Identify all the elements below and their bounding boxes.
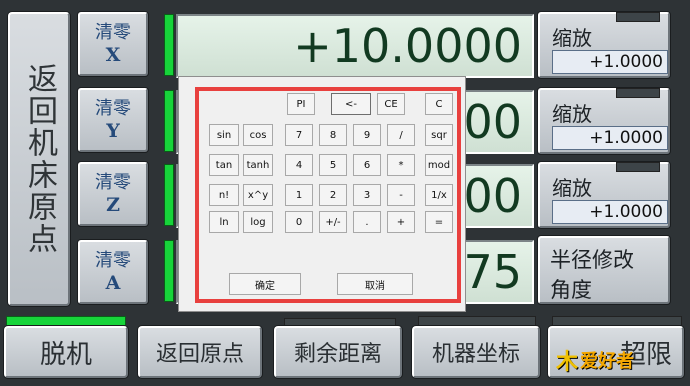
calc-tan-button[interactable]: tan: [209, 154, 239, 176]
zoom-value-field[interactable]: +1.0000: [552, 200, 668, 224]
zoom-label: 缩放: [552, 26, 592, 50]
offline-led: [6, 316, 126, 326]
calc-ln-button[interactable]: ln: [209, 211, 239, 233]
offline-button[interactable]: 脱机: [4, 326, 128, 378]
remaining-distance-label: 剩余距离: [293, 342, 382, 367]
calc-9-button[interactable]: 9: [353, 124, 381, 146]
calc-negate-button[interactable]: +/-: [319, 211, 347, 233]
calc-backspace-button[interactable]: <-: [331, 93, 371, 115]
zoom-tab: [616, 162, 660, 172]
calc-add-button[interactable]: +: [387, 211, 415, 233]
zero-x-button[interactable]: 清零 X: [78, 12, 148, 76]
calc-sin-button[interactable]: sin: [209, 124, 239, 146]
calc-pi-button[interactable]: PI: [287, 93, 315, 115]
calc-log-button[interactable]: log: [243, 211, 273, 233]
calc-power-button[interactable]: x^y: [243, 184, 273, 206]
calc-4-button[interactable]: 4: [285, 154, 313, 176]
return-origin-label: 返回原点: [155, 342, 244, 367]
zero-z-axis: Z: [106, 194, 120, 216]
calc-3-button[interactable]: 3: [353, 184, 381, 206]
machine-coords-indicator: [418, 316, 536, 326]
calc-equals-button[interactable]: =: [425, 211, 453, 233]
machine-coords-label: 机器坐标: [431, 342, 520, 367]
return-origin-button[interactable]: 返回原点: [138, 326, 262, 378]
calc-divide-button[interactable]: /: [387, 124, 415, 146]
calc-5-button[interactable]: 5: [319, 154, 347, 176]
zero-x-label: 清零: [95, 22, 131, 43]
angle-label: 角度: [550, 278, 592, 302]
radius-angle-panel[interactable]: 半径修改 角度: [538, 236, 670, 304]
calc-multiply-button[interactable]: *: [387, 154, 415, 176]
calc-reciprocal-button[interactable]: 1/x: [425, 184, 453, 206]
radius-label: 半径修改: [550, 248, 634, 272]
zero-a-axis: A: [105, 272, 121, 294]
site-logo: 木 爱好者: [556, 346, 635, 375]
calc-decimal-button[interactable]: .: [353, 211, 381, 233]
logo-mark: 木: [556, 350, 579, 375]
calc-2-button[interactable]: 2: [319, 184, 347, 206]
calc-0-button[interactable]: 0: [285, 211, 313, 233]
overtravel-indicator: [552, 316, 682, 326]
z-axis-led: [164, 164, 174, 226]
zoom-value-field[interactable]: +1.0000: [552, 126, 668, 150]
zero-z-label: 清零: [95, 172, 131, 193]
calc-tanh-button[interactable]: tanh: [243, 154, 273, 176]
a-axis-led: [164, 240, 174, 302]
x-axis-led: [164, 14, 174, 76]
calc-ok-button[interactable]: 确定: [229, 273, 301, 295]
z-coord-value: 00: [463, 169, 522, 223]
calc-subtract-button[interactable]: -: [387, 184, 415, 206]
zero-a-button[interactable]: 清零 A: [78, 240, 148, 304]
zero-z-button[interactable]: 清零 Z: [78, 162, 148, 226]
calc-factorial-button[interactable]: n!: [209, 184, 239, 206]
zero-y-axis: Y: [106, 120, 120, 142]
calc-6-button[interactable]: 6: [353, 154, 381, 176]
calc-1-button[interactable]: 1: [285, 184, 313, 206]
offline-label: 脱机: [39, 339, 92, 370]
zoom-panel-y: 缩放 +1.0000: [538, 88, 670, 154]
a-coord-value: 75: [463, 245, 522, 299]
zoom-value-field[interactable]: +1.0000: [552, 50, 668, 74]
zero-y-label: 清零: [95, 98, 131, 119]
x-coord-value: +10.0000: [293, 19, 522, 73]
zero-x-axis: X: [105, 44, 121, 66]
x-coord-display: +10.0000: [176, 14, 534, 78]
return-machine-origin-button[interactable]: 返回机床原点: [8, 12, 70, 306]
calc-cos-button[interactable]: cos: [243, 124, 273, 146]
zoom-tab: [616, 12, 660, 22]
zoom-panel-x: 缩放 +1.0000: [538, 12, 670, 78]
machine-coords-button[interactable]: 机器坐标: [412, 326, 540, 378]
calculator-dialog: PI <- CE C sin cos 7 8 9 / sqr tan tanh …: [178, 76, 466, 312]
zoom-label: 缩放: [552, 176, 592, 200]
calc-8-button[interactable]: 8: [319, 124, 347, 146]
calc-sqr-button[interactable]: sqr: [425, 124, 453, 146]
logo-text: 爱好者: [580, 351, 635, 372]
zoom-label: 缩放: [552, 102, 592, 126]
y-coord-value: 00: [463, 95, 522, 149]
zoom-tab: [616, 88, 660, 98]
remaining-indicator: [284, 318, 396, 326]
remaining-distance-button[interactable]: 剩余距离: [274, 326, 402, 378]
calc-7-button[interactable]: 7: [285, 124, 313, 146]
calc-mod-button[interactable]: mod: [425, 154, 453, 176]
zero-a-label: 清零: [95, 250, 131, 271]
return-machine-origin-label: 返回机床原点: [22, 63, 57, 255]
y-axis-led: [164, 90, 174, 152]
calc-ce-button[interactable]: CE: [377, 93, 405, 115]
zoom-panel-z: 缩放 +1.0000: [538, 162, 670, 228]
calc-clear-button[interactable]: C: [425, 93, 453, 115]
calc-cancel-button[interactable]: 取消: [337, 273, 413, 295]
zero-y-button[interactable]: 清零 Y: [78, 88, 148, 152]
